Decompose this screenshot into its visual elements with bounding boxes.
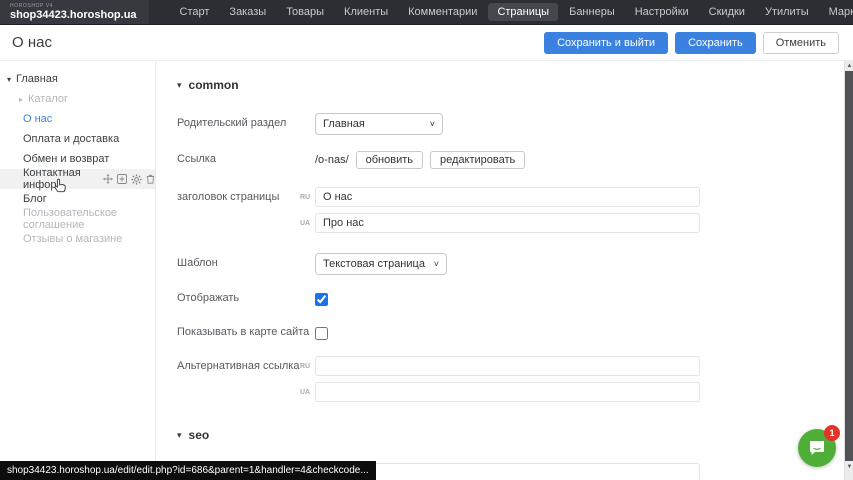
menu-item-banners[interactable]: Баннеры	[560, 3, 624, 21]
main-menu: Старт Заказы Товары Клиенты Комментарии …	[171, 3, 853, 21]
collapse-icon[interactable]: ▾	[177, 80, 182, 91]
menu-item-comments[interactable]: Комментарии	[399, 3, 486, 21]
scrollbar-thumb[interactable]	[845, 71, 853, 461]
top-navbar: HOROSHOP V4 shop34423.horoshop.ua Старт …	[0, 0, 853, 24]
sidebar-item-oplata[interactable]: Оплата и доставка	[0, 129, 155, 149]
link-path-text: /o-nas/	[315, 154, 349, 166]
parent-section-select[interactable]: Главная ˅	[315, 113, 443, 135]
settings-gear-icon[interactable]	[131, 174, 142, 185]
sidebar-item-blog[interactable]: Блог	[0, 189, 155, 209]
page-title: О нас	[12, 34, 52, 51]
menu-item-settings[interactable]: Настройки	[626, 3, 698, 21]
lang-ua-tag: UA	[300, 389, 310, 396]
sidebar-item-label: Отзывы о магазине	[23, 233, 122, 245]
scroll-down-icon[interactable]: ▼	[845, 462, 853, 472]
display-checkbox[interactable]	[315, 293, 328, 306]
field-label: Показывать в карте сайта	[177, 324, 315, 339]
edit-link-button[interactable]: редактировать	[430, 151, 525, 169]
field-label: Родительский раздел	[177, 113, 315, 130]
field-alt-link: Альтернативная ссылка RU UA	[177, 356, 844, 402]
sidebar-item-katalog[interactable]: ▸ Каталог	[0, 89, 155, 109]
menu-item-orders[interactable]: Заказы	[220, 3, 275, 21]
save-and-exit-button[interactable]: Сохранить и выйти	[544, 32, 668, 54]
section-title: common	[189, 78, 239, 92]
vertical-scrollbar[interactable]: ▲ ▼	[844, 61, 853, 480]
cancel-button[interactable]: Отменить	[763, 32, 839, 54]
sidebar-item-label: Каталог	[28, 93, 68, 105]
move-icon[interactable]	[103, 174, 113, 184]
field-link: Ссылка /o-nas/ обновить редактировать	[177, 150, 844, 169]
field-label: заголовок страницы	[177, 187, 315, 204]
page-header: О нас Сохранить и выйти Сохранить Отмени…	[0, 24, 853, 61]
logo[interactable]: HOROSHOP V4 shop34423.horoshop.ua	[0, 0, 149, 24]
sidebar-item-kontaktnaya[interactable]: Контактная инфор	[0, 169, 155, 189]
status-url-tooltip: shop34423.horoshop.ua/edit/edit.php?id=6…	[0, 461, 376, 480]
chevron-down-icon[interactable]: ▾	[4, 75, 14, 84]
chevron-right-icon[interactable]: ▸	[16, 95, 26, 104]
pages-tree-sidebar: ▾ Главная ▸ Каталог О нас Оплата и доста…	[0, 61, 156, 480]
add-page-icon[interactable]	[117, 174, 127, 184]
menu-item-pages[interactable]: Страницы	[488, 3, 558, 21]
support-chat-button[interactable]: 1	[798, 429, 836, 467]
page-title-ua-input[interactable]	[315, 213, 700, 233]
chevron-down-icon: ˅	[430, 119, 435, 129]
lang-ru-tag: RU	[300, 194, 310, 201]
field-label: Ссылка	[177, 150, 315, 166]
chat-unread-badge: 1	[824, 425, 840, 441]
header-actions: Сохранить и выйти Сохранить Отменить	[544, 32, 839, 54]
chevron-down-icon: ˅	[434, 259, 439, 269]
menu-item-marketing[interactable]: Маркетинг	[820, 3, 853, 21]
sidebar-item-label: Оплата и доставка	[23, 133, 119, 145]
sidebar-item-label: Обмен и возврат	[23, 153, 109, 165]
sitemap-checkbox[interactable]	[315, 327, 328, 340]
page-edit-form: ▾ common Родительский раздел Главная ˅ С…	[157, 61, 844, 480]
field-label: Отображать	[177, 290, 315, 305]
page: HOROSHOP V4 shop34423.horoshop.ua Старт …	[0, 0, 853, 480]
alt-link-ru-input[interactable]	[315, 356, 700, 376]
section-title: seo	[189, 428, 210, 442]
scroll-up-icon[interactable]: ▲	[845, 61, 853, 71]
field-display: Отображать	[177, 290, 844, 306]
menu-item-discounts[interactable]: Скидки	[700, 3, 754, 21]
menu-item-products[interactable]: Товары	[277, 3, 333, 21]
sidebar-item-label: Главная	[16, 73, 58, 85]
lang-ua-tag: UA	[300, 220, 310, 227]
sidebar-item-o-nas[interactable]: О нас	[0, 109, 155, 129]
tree-row-actions	[103, 174, 155, 185]
collapse-icon[interactable]: ▾	[177, 430, 182, 441]
field-page-title: заголовок страницы RU UA	[177, 187, 844, 233]
sidebar-item-label: Блог	[23, 193, 47, 205]
sidebar-item-polzovatelskoe[interactable]: Пользовательское соглашение	[0, 209, 155, 229]
section-seo-header[interactable]: ▾ seo	[177, 428, 844, 442]
chat-bubble-icon	[807, 438, 827, 458]
lang-ru-tag: RU	[300, 363, 310, 370]
section-common-header[interactable]: ▾ common	[177, 78, 844, 92]
sidebar-item-label: Контактная инфор	[23, 167, 97, 191]
sidebar-item-label: О нас	[23, 113, 52, 125]
field-template: Шаблон Текстовая страница ˅	[177, 253, 844, 275]
sidebar-item-glavnaya[interactable]: ▾ Главная	[0, 69, 155, 89]
menu-item-clients[interactable]: Клиенты	[335, 3, 397, 21]
refresh-link-button[interactable]: обновить	[356, 151, 423, 169]
delete-trash-icon[interactable]	[146, 174, 155, 184]
template-select[interactable]: Текстовая страница ˅	[315, 253, 447, 275]
field-label: Шаблон	[177, 253, 315, 270]
field-parent-section: Родительский раздел Главная ˅	[177, 113, 844, 135]
sidebar-item-obmen[interactable]: Обмен и возврат	[0, 149, 155, 169]
sidebar-item-label: Пользовательское соглашение	[23, 207, 155, 231]
save-button[interactable]: Сохранить	[675, 32, 756, 54]
logo-domain-label: shop34423.horoshop.ua	[10, 9, 137, 21]
menu-item-start[interactable]: Старт	[171, 3, 219, 21]
page-title-ru-input[interactable]	[315, 187, 700, 207]
field-label: Альтернативная ссылка	[177, 356, 315, 373]
alt-link-ua-input[interactable]	[315, 382, 700, 402]
sidebar-item-otzyvy[interactable]: Отзывы о магазине	[0, 229, 155, 249]
field-sitemap: Показывать в карте сайта	[177, 324, 844, 340]
menu-item-utilities[interactable]: Утилиты	[756, 3, 818, 21]
